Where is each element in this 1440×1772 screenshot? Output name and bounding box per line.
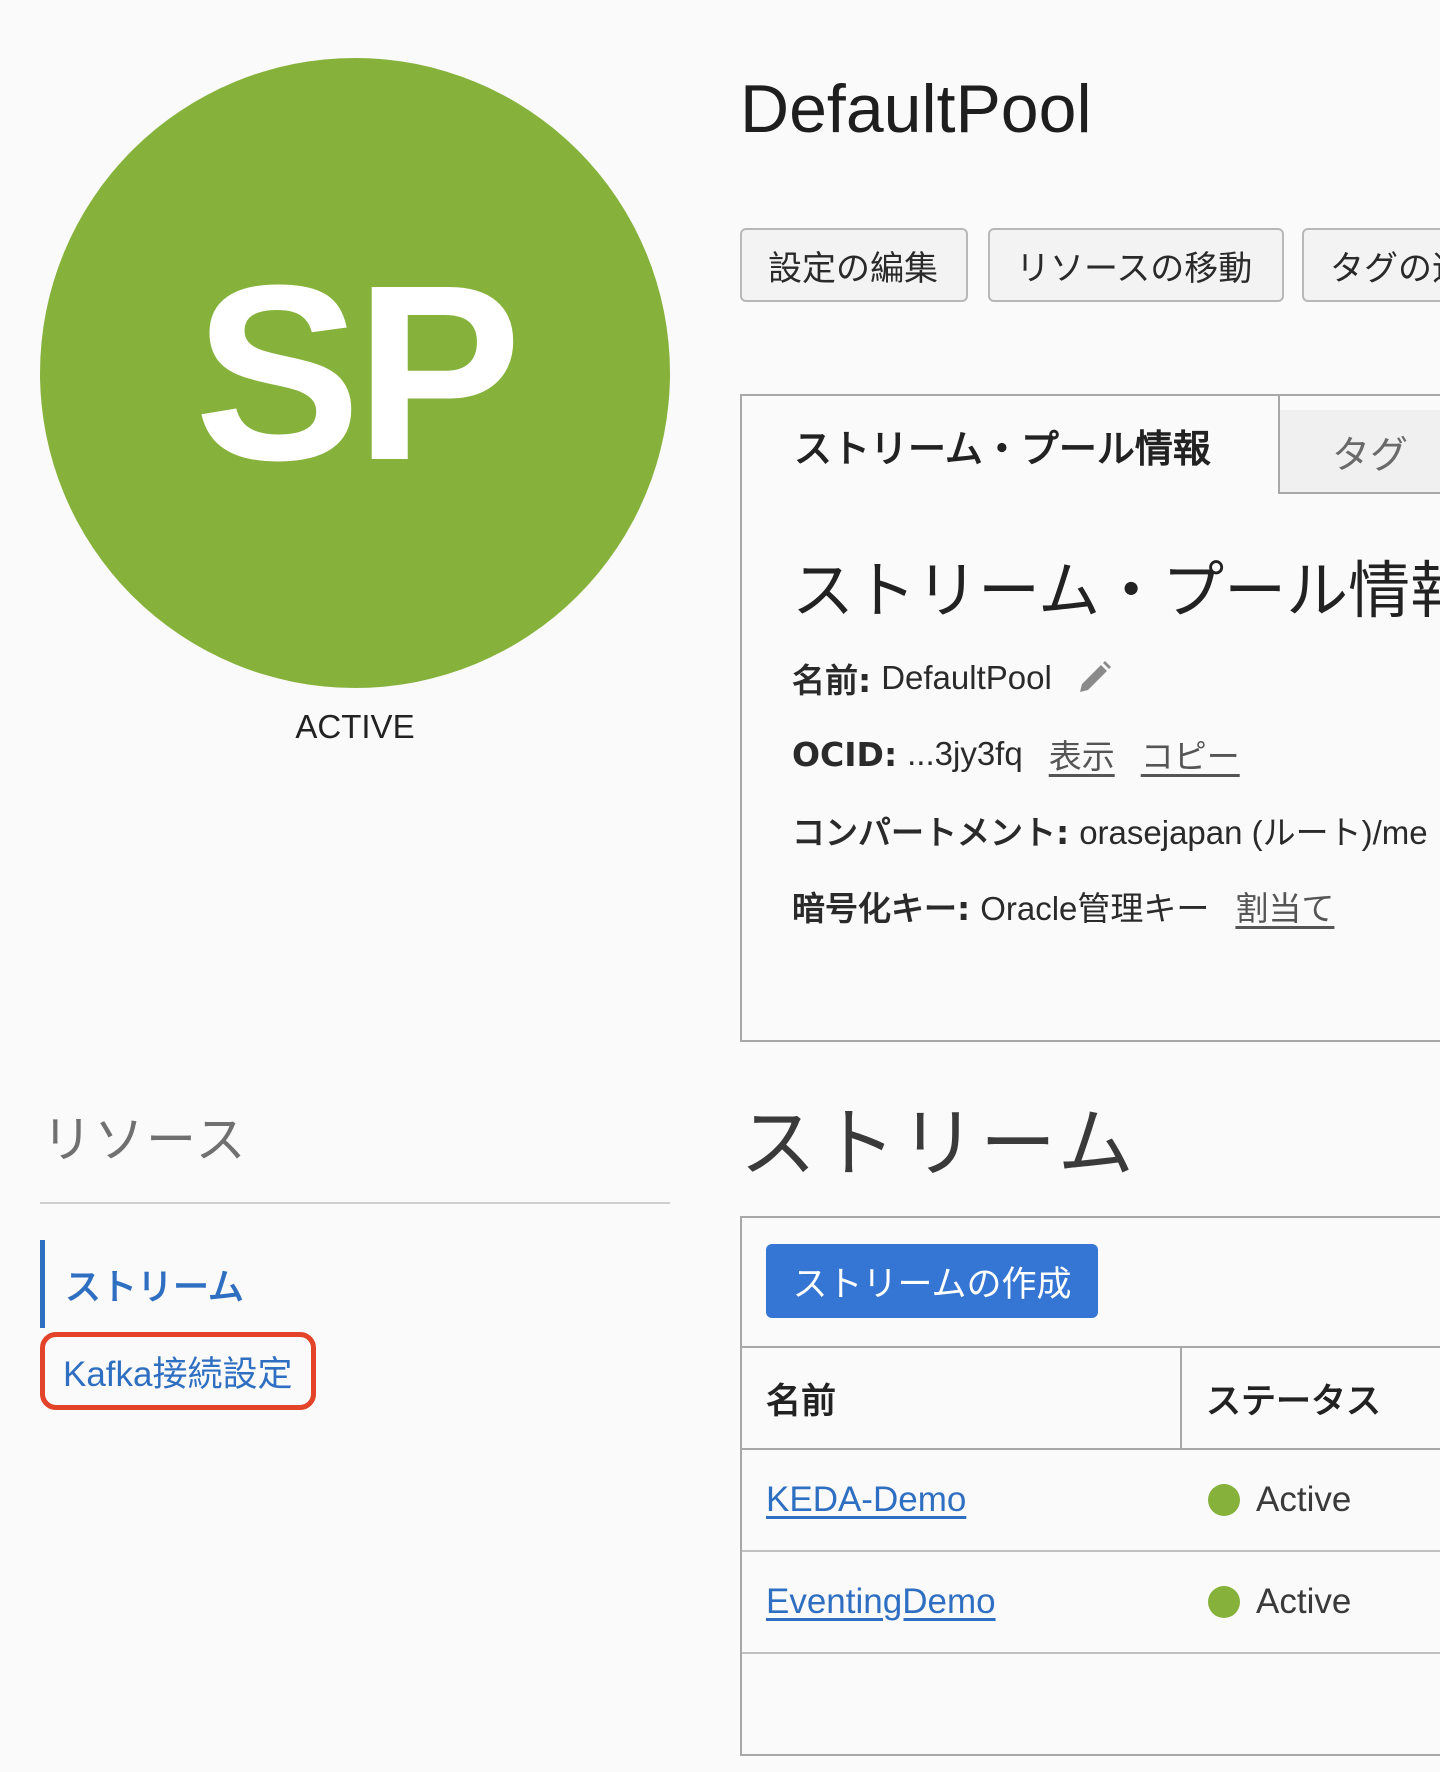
streams-table-header: 名前 ステータス	[742, 1346, 1440, 1450]
info-row-compartment: コンパートメント: orasejapan (ルート)/me	[792, 806, 1428, 854]
compartment-label: コンパートメント:	[792, 813, 1070, 852]
stream-status-text: Active	[1256, 1582, 1352, 1621]
resource-link-kafka-connection-settings[interactable]: Kafka接続設定	[40, 1332, 316, 1410]
tab-tags[interactable]: タグ	[1280, 410, 1440, 494]
stream-name-link[interactable]: EventingDemo	[766, 1552, 996, 1652]
name-value: DefaultPool	[881, 659, 1052, 696]
pencil-edit-icon[interactable]	[1074, 658, 1114, 698]
ocid-value: ...3jy3fq	[907, 735, 1023, 772]
encryption-value: Oracle管理キー	[980, 890, 1210, 927]
pool-lifecycle-status: ACTIVE	[295, 708, 415, 745]
add-tags-button[interactable]: タグの追加	[1302, 228, 1440, 302]
stream-status: Active	[1208, 1450, 1351, 1550]
ocid-show-link[interactable]: 表示	[1049, 730, 1115, 778]
info-row-ocid: OCID: ...3jy3fq 表示 コピー	[792, 730, 1240, 778]
column-header-status[interactable]: ステータス	[1206, 1348, 1381, 1448]
avatar-initials: SP	[194, 233, 521, 512]
move-resource-button[interactable]: リソースの移動	[988, 228, 1284, 302]
status-dot-icon	[1208, 1484, 1240, 1516]
info-row-name: 名前: DefaultPool	[792, 654, 1114, 702]
resources-heading: リソース	[42, 1111, 248, 1169]
streams-heading: ストリーム	[740, 1099, 1138, 1188]
edit-settings-button[interactable]: 設定の編集	[740, 228, 968, 302]
ocid-label: OCID:	[792, 734, 898, 774]
page-title: DefaultPool	[740, 71, 1092, 147]
table-row: KEDA-Demo Active	[742, 1450, 1440, 1552]
table-row: EventingDemo Active	[742, 1552, 1440, 1654]
resources-divider	[40, 1202, 670, 1204]
column-separator	[1180, 1348, 1182, 1448]
info-heading: ストリーム・プール情報	[792, 554, 1440, 627]
info-row-encryption: 暗号化キー: Oracle管理キー 割当て	[792, 882, 1334, 930]
create-stream-button[interactable]: ストリームの作成	[766, 1244, 1098, 1318]
encryption-assign-link[interactable]: 割当て	[1235, 882, 1334, 930]
stream-name-link[interactable]: KEDA-Demo	[766, 1450, 966, 1550]
column-header-name[interactable]: 名前	[766, 1348, 836, 1448]
pool-avatar: SP	[40, 58, 670, 688]
stream-status: Active	[1208, 1552, 1351, 1652]
resource-link-streams[interactable]: ストリーム	[40, 1240, 465, 1328]
stream-status-text: Active	[1256, 1480, 1352, 1519]
ocid-copy-link[interactable]: コピー	[1141, 730, 1240, 778]
name-label: 名前:	[792, 661, 872, 700]
compartment-value: orasejapan (ルート)/me	[1079, 814, 1428, 851]
tab-stream-pool-info[interactable]: ストリーム・プール情報	[740, 394, 1280, 494]
encryption-label: 暗号化キー:	[792, 889, 971, 928]
status-dot-icon	[1208, 1586, 1240, 1618]
